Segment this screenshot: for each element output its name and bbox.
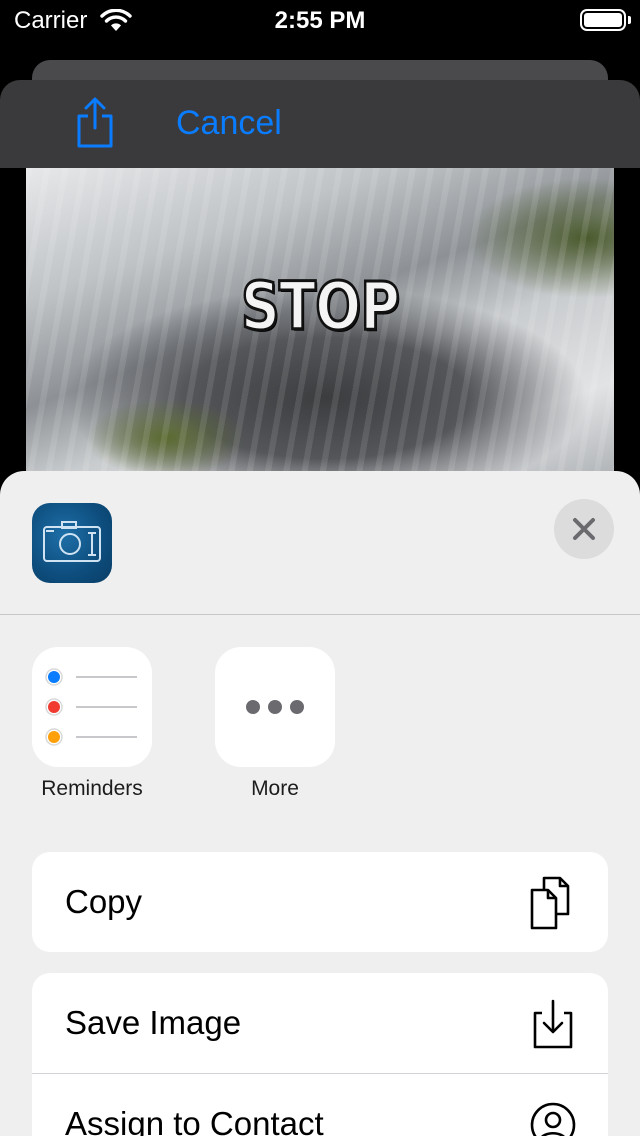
- save-image-action[interactable]: Save Image: [32, 973, 608, 1073]
- cancel-button[interactable]: Cancel: [176, 104, 282, 143]
- share-sheet: Reminders More Copy Save Image Assign to…: [0, 471, 640, 1136]
- copy-label: Copy: [65, 883, 143, 920]
- save-image-icon: [533, 999, 573, 1049]
- share-icon[interactable]: [74, 96, 116, 150]
- photo-overlay-text: STOP: [240, 267, 402, 347]
- assign-to-contact-action[interactable]: Assign to Contact: [32, 1073, 608, 1136]
- copy-icon: [530, 876, 570, 930]
- contact-icon: [530, 1102, 576, 1136]
- save-image-label: Save Image: [65, 1004, 242, 1041]
- close-icon: [573, 518, 595, 540]
- sheet-divider: [0, 614, 640, 615]
- camera-app-icon: [32, 503, 112, 583]
- close-button[interactable]: [554, 499, 614, 559]
- clock: 2:55 PM: [274, 7, 366, 34]
- battery-icon: [580, 9, 626, 31]
- reminders-app-tile[interactable]: [32, 647, 152, 767]
- image-action-group: Save Image Assign to Contact: [32, 973, 608, 1136]
- assign-to-contact-label: Assign to Contact: [65, 1105, 324, 1136]
- more-app-tile[interactable]: [215, 647, 335, 767]
- copy-action-group: Copy: [32, 852, 608, 952]
- more-label: More: [251, 777, 299, 800]
- modal-toolbar: Cancel: [0, 80, 640, 168]
- reminders-icon: [45, 668, 137, 746]
- more-icon: [246, 700, 304, 714]
- reminders-label: Reminders: [41, 777, 143, 800]
- battery-tip: [628, 16, 631, 24]
- copy-action[interactable]: Copy: [32, 852, 608, 952]
- shared-photo: STOP: [26, 168, 614, 488]
- status-bar: Carrier 2:55 PM: [0, 0, 640, 40]
